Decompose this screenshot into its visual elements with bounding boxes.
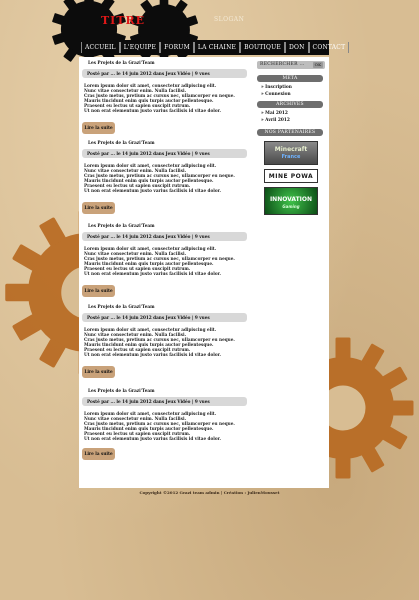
- post-excerpt: Lorem ipsum dolor sit amet, consectetur …: [84, 246, 244, 276]
- widget-title-meta: META: [257, 75, 323, 82]
- post-excerpt-line: Ut non erat elementum justo varius facil…: [84, 271, 221, 276]
- partner-banner-minecraft-france[interactable]: Minecraft France: [264, 141, 318, 165]
- post-title[interactable]: Les Projets de la Grazi'Team: [88, 304, 155, 309]
- post-meta: Posté par ... le 14 juin 2012 dans Jeux …: [82, 149, 247, 158]
- nav-item-contact[interactable]: CONTACT: [308, 42, 350, 53]
- post-excerpt: Lorem ipsum dolor sit amet, consectetur …: [84, 83, 244, 113]
- partner-name: Minecraft: [274, 146, 308, 153]
- post-title[interactable]: Les Projets de la Grazi'Team: [88, 140, 155, 145]
- nav-item-boutique[interactable]: BOUTIQUE: [240, 42, 285, 53]
- partner-name: INNOVATION: [269, 196, 313, 203]
- nav-item-chaine[interactable]: LA CHAINE: [193, 42, 241, 53]
- post-meta: Posté par ... le 14 juin 2012 dans Jeux …: [82, 232, 247, 241]
- site-slogan: SLOGAN: [214, 16, 245, 23]
- archive-link-avril-2012[interactable]: » Avril 2012: [261, 118, 290, 123]
- nav-item-equipe[interactable]: L'EQUIPE: [119, 42, 161, 53]
- post-meta: Posté par ... le 14 juin 2012 dans Jeux …: [82, 69, 247, 78]
- read-more-button[interactable]: Lire la suite: [82, 285, 115, 297]
- read-more-button[interactable]: Lire la suite: [82, 448, 115, 460]
- post-excerpt-line: Ut non erat elementum justo varius facil…: [84, 436, 221, 441]
- post-title[interactable]: Les Projets de la Grazi'Team: [88, 60, 155, 65]
- archive-link-mai-2012[interactable]: » Mai 2012: [261, 111, 288, 116]
- post-excerpt-line: Ut non erat elementum justo varius facil…: [84, 188, 221, 193]
- read-more-button[interactable]: Lire la suite: [82, 122, 115, 134]
- nav-item-accueil[interactable]: ACCUEIL: [81, 42, 120, 53]
- widget-title-partners: NOS PARTENAIRES: [257, 129, 323, 136]
- partner-banner-mine-powa[interactable]: MINE POWA: [264, 169, 318, 183]
- partner-banner-innovation-gaming[interactable]: INNOVATION Gaming: [264, 187, 318, 215]
- partner-subname: Gaming: [282, 204, 300, 209]
- post-excerpt-line: Ut non erat elementum justo varius facil…: [84, 352, 221, 357]
- search-button[interactable]: OK: [313, 62, 323, 68]
- content-panel: Les Projets de la Grazi'Team Posté par .…: [79, 57, 329, 488]
- partner-subname: France: [281, 154, 301, 160]
- footer-copyright: Copyright ©2012 Grazi team admin | Créat…: [139, 490, 280, 495]
- meta-link-connexion[interactable]: » Connexion: [261, 92, 291, 97]
- post-excerpt: Lorem ipsum dolor sit amet, consectetur …: [84, 327, 244, 357]
- partner-name: MINE POWA: [268, 173, 314, 180]
- post-title[interactable]: Les Projets de la Grazi'Team: [88, 223, 155, 228]
- nav-item-forum[interactable]: FORUM: [160, 42, 194, 53]
- read-more-button[interactable]: Lire la suite: [82, 366, 115, 378]
- site-logo[interactable]: TITRE: [101, 14, 145, 27]
- post-excerpt: Lorem ipsum dolor sit amet, consectetur …: [84, 163, 244, 193]
- post-list: Les Projets de la Grazi'Team Posté par .…: [79, 57, 248, 488]
- main-nav: ACCUEIL L'EQUIPE FORUM LA CHAINE BOUTIQU…: [79, 40, 350, 55]
- search-input[interactable]: RECHERCHER ... OK: [257, 61, 325, 69]
- post-meta: Posté par ... le 14 juin 2012 dans Jeux …: [82, 397, 247, 406]
- nav-item-don[interactable]: DON: [284, 42, 309, 53]
- meta-link-inscription[interactable]: » Inscription: [261, 85, 292, 90]
- post-excerpt: Lorem ipsum dolor sit amet, consectetur …: [84, 411, 244, 441]
- search-placeholder: RECHERCHER ...: [260, 62, 305, 67]
- widget-title-archives: ARCHIVES: [257, 101, 323, 108]
- read-more-button[interactable]: Lire la suite: [82, 202, 115, 214]
- post-meta: Posté par ... le 14 juin 2012 dans Jeux …: [82, 313, 247, 322]
- post-excerpt-line: Ut non erat elementum justo varius facil…: [84, 108, 221, 113]
- post-title[interactable]: Les Projets de la Grazi'Team: [88, 388, 155, 393]
